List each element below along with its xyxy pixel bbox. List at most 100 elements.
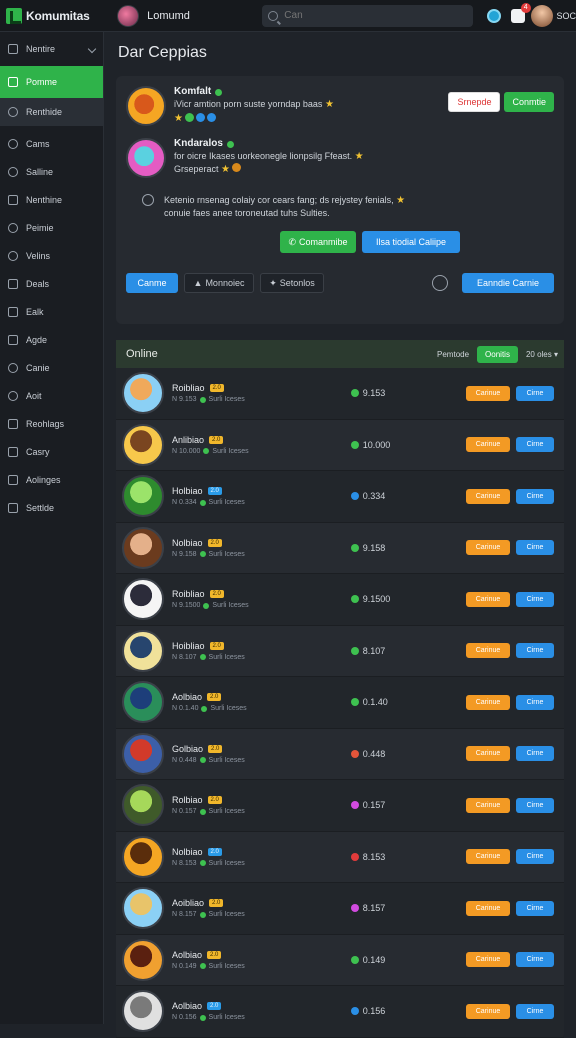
carinue-button[interactable]: Carinue [466,798,510,813]
search-bar[interactable] [262,5,472,27]
carinue-button[interactable]: Carinue [466,540,510,555]
table-row[interactable]: Nolbiao2.0 N 9.158Surli Iceses 9.158 Car… [116,523,564,575]
user-avatar[interactable] [122,887,164,929]
canme-button[interactable]: Canme [126,273,178,293]
user-name[interactable]: Aolbiao [172,1001,202,1011]
user-avatar[interactable] [122,939,164,981]
carinue-button[interactable]: Carinue [466,695,510,710]
table-row[interactable]: Rolbiao2.0 N 0.157Surli Iceses 0.157 Car… [116,780,564,832]
user-name[interactable]: Aoibliao [172,898,204,908]
table-row[interactable]: Aolbiao2.0 N 0.156Surli Iceses 0.156 Car… [116,986,564,1038]
table-row[interactable]: Aoibliao2.0 N 8.157Surli Iceses 8.157 Ca… [116,883,564,935]
user-avatar[interactable] [122,372,164,414]
user-avatar[interactable] [122,475,164,517]
cirne-button[interactable]: Cirne [516,489,554,504]
globe-icon[interactable] [487,9,501,23]
sidebar-item-pomme[interactable]: Pomme [0,66,103,98]
carinue-button[interactable]: Carinue [466,386,510,401]
table-row[interactable]: Anlibiao2.0 N 10.000Surli Iceses 10.000 … [116,420,564,472]
cirne-button[interactable]: Cirne [516,798,554,813]
table-row[interactable]: Hoibliao2.0 N 8.107Surli Iceses 8.107 Ca… [116,626,564,678]
user-avatar[interactable] [122,784,164,826]
search-input[interactable] [284,10,464,21]
post-author[interactable]: Komfalt [174,86,334,98]
user-avatar[interactable] [122,836,164,878]
sidebar-item-canie[interactable]: Canie [0,354,103,382]
user-avatar[interactable] [531,5,553,27]
notification-icon[interactable]: 4 [511,9,525,23]
sidebar-item-casry[interactable]: Casry [0,438,103,466]
table-row[interactable]: Aolbiao2.0 N 0.1.40Surli Iceses 0.1.40 C… [116,677,564,729]
cirne-button[interactable]: Cirne [516,952,554,967]
user-name[interactable]: Roibliao [172,589,205,599]
carinue-button[interactable]: Carinue [466,849,510,864]
sort-select[interactable]: 20 oles ▾ [526,350,558,359]
user-name[interactable]: Nolbiao [172,538,203,548]
user-name[interactable]: Nolbiao [172,847,203,857]
carinue-button[interactable]: Carinue [466,643,510,658]
user-name[interactable]: Golbiao [172,744,203,754]
post-avatar[interactable] [126,86,166,126]
sidebar-item-ealk[interactable]: Ealk [0,298,103,326]
cirne-button[interactable]: Cirne [516,386,554,401]
sidebar-item-aolinges[interactable]: Aolinges [0,466,103,494]
table-row[interactable]: Golbiao2.0 N 0.448Surli Iceses 0.448 Car… [116,729,564,781]
cirne-button[interactable]: Cirne [516,540,554,555]
carinue-button[interactable]: Carinue [466,489,510,504]
monnoiec-button[interactable]: ▲Monnoiec [184,273,254,293]
table-row[interactable]: Roibliao2.0 N 9.1500Surli Iceses 9.1500 … [116,574,564,626]
user-avatar[interactable] [122,733,164,775]
user-name[interactable]: Rolbiao [172,795,203,805]
table-row[interactable]: Nolbiao2.0 N 8.153Surli Iceses 8.153 Car… [116,832,564,884]
sidebar-item-settlde[interactable]: Settlde [0,494,103,522]
user-avatar[interactable] [122,630,164,672]
comment-button[interactable]: Conmtie [504,92,554,112]
sidebar-item-reohlags[interactable]: Reohlags [0,410,103,438]
cirne-button[interactable]: Cirne [516,1004,554,1019]
carinue-button[interactable]: Carinue [466,592,510,607]
user-avatar[interactable] [122,424,164,466]
cirne-button[interactable]: Cirne [516,437,554,452]
post-avatar[interactable] [126,138,166,178]
cirne-button[interactable]: Cirne [516,849,554,864]
carinue-button[interactable]: Carinue [466,746,510,761]
user-name[interactable]: Aolbiao [172,950,202,960]
sidebar-item-deals[interactable]: Deals [0,270,103,298]
user-avatar[interactable] [122,681,164,723]
sidebar-item-cams[interactable]: Cams [0,130,103,158]
setonlos-button[interactable]: ✦Setonlos [260,273,324,293]
eanndie-carnie-button[interactable]: Eanndie Carnie [462,273,554,293]
sidebar-item-agde[interactable]: Agde [0,326,103,354]
report-button[interactable]: Srnepde [448,92,500,112]
table-row[interactable]: Roibliao2.0 N 9.153Surli Iceses 9.153 Ca… [116,368,564,420]
sidebar-item-renthide[interactable]: Renthide [0,98,103,126]
table-row[interactable]: Aolbiao2.0 N 0.149Surli Iceses 0.149 Car… [116,935,564,987]
sidebar-item-aoit[interactable]: Aoit [0,382,103,410]
sidebar-item-peimie[interactable]: Peimie [0,214,103,242]
user-avatar[interactable] [122,578,164,620]
carinue-button[interactable]: Carinue [466,437,510,452]
secondary-action-button[interactable]: Ilsa tiodial Caliipe [362,231,460,253]
info-icon[interactable] [432,275,448,291]
carinue-button[interactable]: Carinue [466,901,510,916]
sidebar-item-velins[interactable]: Velins [0,242,103,270]
tab-pemtode[interactable]: Pemtode [437,350,469,359]
cirne-button[interactable]: Cirne [516,695,554,710]
tab-oonitis[interactable]: Oonitis [477,346,518,363]
sidebar-item-nentire[interactable]: Nentire [0,32,103,66]
primary-action-button[interactable]: ✆Comanmibe [280,231,356,253]
user-avatar[interactable] [122,527,164,569]
user-name[interactable]: Holbiao [172,486,203,496]
carinue-button[interactable]: Carinue [466,1004,510,1019]
user-name[interactable]: SOC [557,11,576,21]
cirne-button[interactable]: Cirne [516,901,554,916]
cirne-button[interactable]: Cirne [516,643,554,658]
user-name[interactable]: Anlibiao [172,435,204,445]
user-name[interactable]: Roibliao [172,383,205,393]
sidebar-item-salline[interactable]: Salline [0,158,103,186]
sidebar-item-nenthine[interactable]: Nenthine [0,186,103,214]
brand[interactable]: Komumitas [0,8,103,24]
cirne-button[interactable]: Cirne [516,592,554,607]
user-avatar[interactable] [122,990,164,1032]
cirne-button[interactable]: Cirne [516,746,554,761]
